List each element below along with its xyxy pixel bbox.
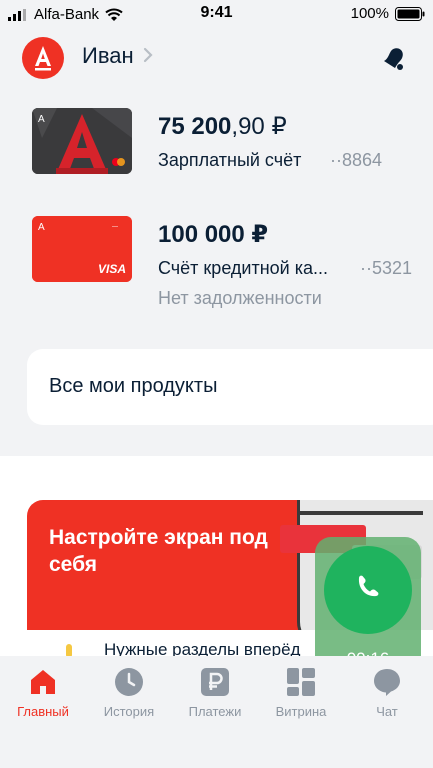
tab-showcase[interactable]: Витрина bbox=[258, 656, 344, 726]
status-right: 100% bbox=[351, 5, 425, 22]
account-name: Зарплатный счёт bbox=[158, 150, 302, 170]
phone-icon bbox=[358, 575, 379, 597]
grid-icon bbox=[287, 668, 315, 696]
amount-cents: ,90 ₽ bbox=[231, 113, 287, 140]
account-number: ··8864 bbox=[330, 150, 383, 170]
card-art-icon: A bbox=[32, 108, 132, 174]
notification-bell-icon[interactable] bbox=[380, 44, 408, 72]
alfa-logo-icon bbox=[35, 46, 51, 71]
tab-label: Витрина bbox=[275, 704, 327, 719]
ruble-icon bbox=[201, 668, 229, 696]
phone-speaker bbox=[298, 511, 423, 515]
card-brand-visa: VISA bbox=[97, 262, 126, 276]
account-status: Нет задолженности bbox=[158, 288, 322, 308]
tab-chat[interactable]: Чат bbox=[344, 656, 430, 726]
account-amount: 100 000 ₽ bbox=[158, 220, 268, 249]
svg-text:—: — bbox=[112, 224, 118, 230]
home-icon bbox=[31, 670, 55, 694]
promo-title: Настройте экран под себя bbox=[49, 526, 268, 576]
alfa-logo-avatar[interactable] bbox=[22, 37, 64, 79]
tab-main[interactable]: Главный bbox=[0, 656, 86, 726]
svg-text:A: A bbox=[38, 114, 45, 125]
tab-history[interactable]: История bbox=[86, 656, 172, 726]
amount-main: 100 000 ₽ bbox=[158, 221, 269, 248]
battery-icon bbox=[395, 6, 425, 21]
all-products-label: Все мои продукты bbox=[49, 375, 218, 397]
tab-label: История bbox=[103, 704, 155, 719]
tab-label: Чат bbox=[376, 704, 398, 719]
tab-bar: Главный История Платежи Витрина Чат bbox=[0, 656, 433, 768]
card-thumbnail-credit: A — VISA bbox=[32, 216, 132, 282]
account-amount: 75 200,90 ₽ bbox=[158, 112, 287, 141]
user-name[interactable]: Иван bbox=[82, 43, 134, 69]
svg-text:A: A bbox=[38, 222, 45, 233]
call-button[interactable] bbox=[324, 546, 412, 634]
tab-label: Главный bbox=[17, 704, 69, 719]
header: Иван bbox=[0, 34, 433, 79]
chevron-right-icon[interactable] bbox=[143, 47, 153, 63]
tab-label: Платежи bbox=[188, 704, 242, 719]
account-row-salary[interactable]: A 75 200,90 ₽ Зарплатный счёт ··8864 bbox=[0, 100, 433, 200]
all-products-button[interactable]: Все мои продукты bbox=[27, 349, 433, 425]
account-number: ··5321 bbox=[360, 258, 413, 278]
amount-main: 75 200 bbox=[158, 113, 232, 140]
clock-icon bbox=[115, 668, 143, 696]
card-thumbnail-salary: A bbox=[32, 108, 132, 174]
status-bar: Alfa-Bank 9:41 100% bbox=[0, 0, 433, 30]
chat-icon bbox=[374, 669, 400, 696]
tab-payments[interactable]: Платежи bbox=[172, 656, 258, 726]
account-row-credit[interactable]: A — VISA 100 000 ₽ Счёт кредитной ка... … bbox=[0, 208, 433, 308]
battery-percent: 100% bbox=[350, 5, 389, 22]
account-name: Счёт кредитной ка... bbox=[158, 258, 329, 278]
